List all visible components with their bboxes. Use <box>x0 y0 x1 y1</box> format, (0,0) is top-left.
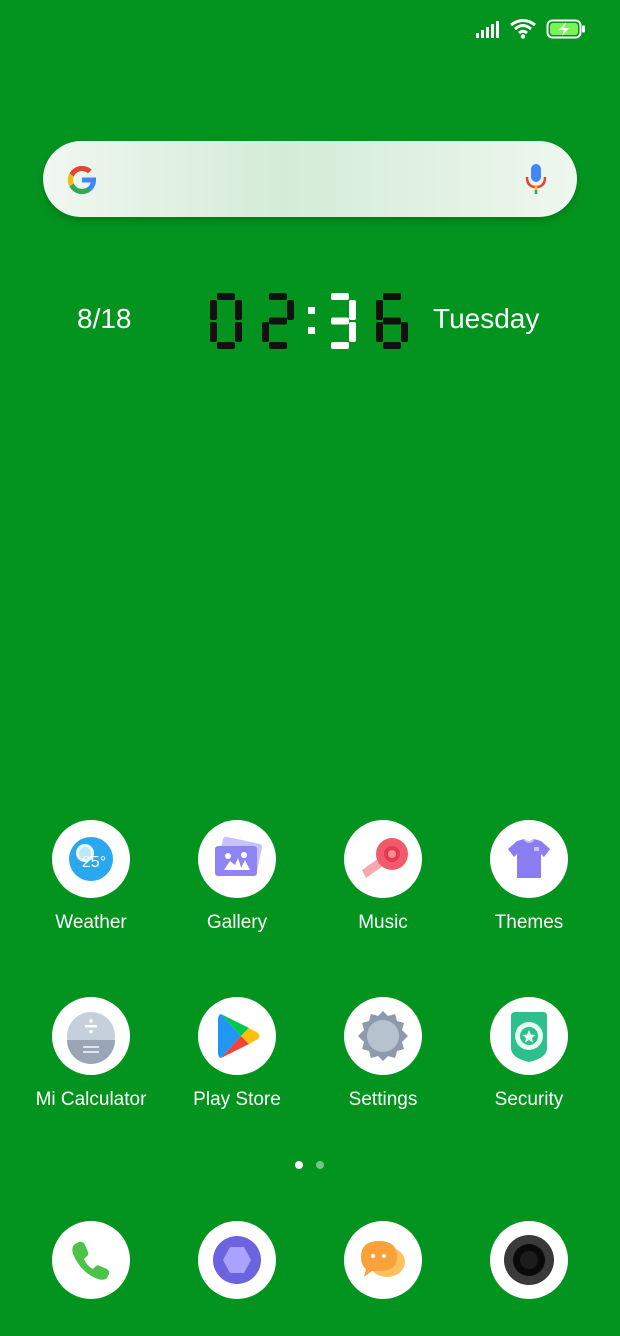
music-icon <box>362 838 408 878</box>
mic-icon[interactable] <box>525 163 547 195</box>
dock-messages[interactable] <box>310 1221 456 1299</box>
phone-icon <box>72 1241 110 1280</box>
dock-phone[interactable] <box>18 1221 164 1299</box>
clock-colon-dot <box>308 327 315 334</box>
page-dot[interactable] <box>316 1161 324 1169</box>
app-label: Settings <box>348 1089 418 1110</box>
date-label: 8/18 <box>77 303 132 334</box>
weather-temp: 25° <box>82 854 106 871</box>
app-label: Themes <box>494 912 564 933</box>
dock-browser[interactable] <box>164 1221 310 1299</box>
dock-camera[interactable] <box>456 1221 602 1299</box>
clock-widget[interactable]: 8/18 Tuesday <box>0 285 620 357</box>
app-security[interactable]: Security <box>456 997 602 1111</box>
clock-digit-segment <box>287 300 294 320</box>
status-bar <box>476 16 586 42</box>
clock-digit-segment <box>349 300 356 320</box>
themes-icon <box>508 838 550 878</box>
clock-digit-segment <box>383 293 401 300</box>
app-label: Security <box>494 1089 564 1110</box>
page-indicator[interactable] <box>295 1161 324 1169</box>
clock-digit-segment <box>376 322 383 342</box>
app-gallery[interactable]: Gallery <box>164 820 310 934</box>
clock-digit-segment <box>235 322 242 342</box>
clock-digit-segment <box>331 293 349 300</box>
clock-digit-segment <box>331 342 349 349</box>
clock-colon-dot <box>308 307 315 314</box>
gallery-icon <box>215 836 263 876</box>
digital-clock <box>210 293 408 349</box>
app-weather[interactable]: 25° Weather <box>18 820 164 934</box>
messages-icon <box>361 1241 405 1277</box>
battery-charging-icon <box>546 19 585 39</box>
app-play-store[interactable]: Play Store <box>164 997 310 1111</box>
app-label: Mi Calculator <box>35 1089 147 1110</box>
weather-icon: 25° <box>69 837 113 881</box>
clock-digit-segment <box>262 322 269 342</box>
clock-digit-segment <box>383 342 401 349</box>
signal-icon <box>476 21 499 38</box>
app-label: Gallery <box>206 912 268 933</box>
clock-digit-segment <box>210 300 217 320</box>
page-dot-current[interactable] <box>295 1161 303 1169</box>
clock-digit-segment <box>349 322 356 342</box>
clock-digit-segment <box>331 317 349 325</box>
play-store-icon <box>218 1014 260 1058</box>
app-label: Music <box>358 912 408 933</box>
app-label: Weather <box>55 912 127 933</box>
clock-digit-segment <box>401 322 408 342</box>
clock-digit-segment <box>376 300 383 320</box>
clock-digit-segment <box>210 322 217 342</box>
clock-digit-segment <box>269 342 287 349</box>
google-logo-icon <box>68 166 96 194</box>
app-label: Play Store <box>193 1089 281 1110</box>
clock-digit-segment <box>217 342 235 349</box>
security-icon <box>511 1012 547 1062</box>
clock-digit-segment <box>269 293 287 300</box>
clock-digit-segment <box>217 293 235 300</box>
clock-digit-segment <box>235 300 242 320</box>
day-label: Tuesday <box>433 303 540 334</box>
clock-digit-segment <box>383 317 401 325</box>
app-mi-calculator[interactable]: Mi Calculator <box>18 997 164 1111</box>
calculator-icon <box>67 1012 115 1064</box>
google-search-bar[interactable] <box>43 141 577 217</box>
wifi-icon <box>510 19 536 39</box>
browser-icon <box>213 1236 261 1284</box>
camera-icon <box>504 1235 554 1285</box>
settings-icon <box>358 1011 408 1061</box>
app-settings[interactable]: Settings <box>310 997 456 1111</box>
app-music[interactable]: Music <box>310 820 456 934</box>
clock-digit-segment <box>269 317 287 325</box>
app-themes[interactable]: Themes <box>456 820 602 934</box>
